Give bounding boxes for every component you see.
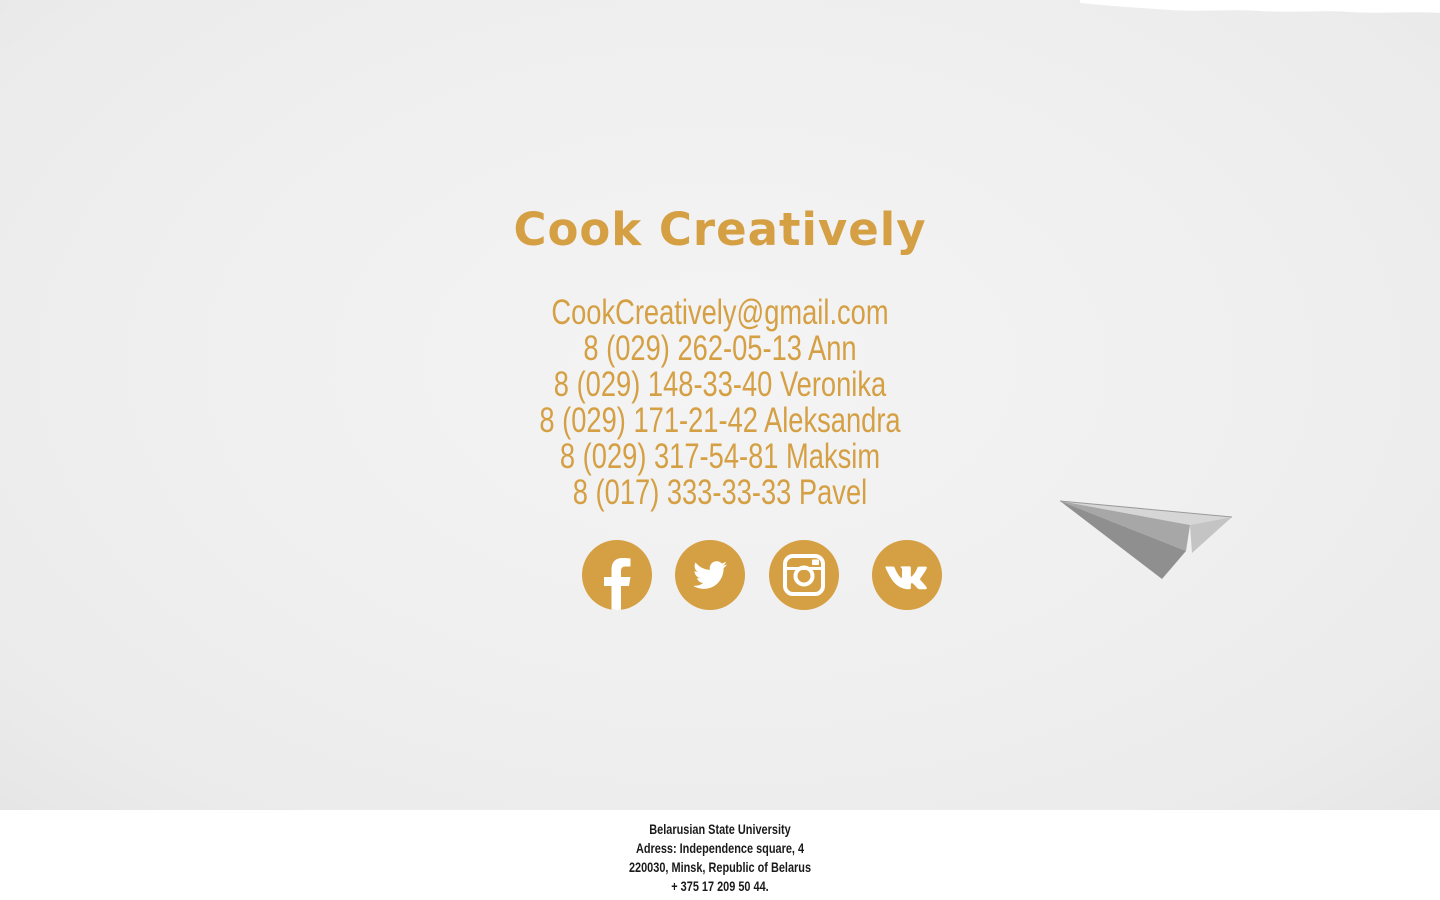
- instagram-icon: [783, 554, 825, 596]
- footer-address: Belarusian State University Adress: Inde…: [0, 820, 1440, 896]
- contact-section: Cook Creatively CookCreatively@gmail.com…: [0, 0, 1440, 810]
- footer-city: 220030, Minsk, Republic of Belarus: [628, 859, 812, 875]
- footer-university: Belarusian State University: [649, 821, 791, 837]
- twitter-button[interactable]: [675, 540, 745, 610]
- page-title: Cook Creatively: [513, 203, 927, 256]
- facebook-button[interactable]: [582, 540, 652, 610]
- footer: Belarusian State University Adress: Inde…: [0, 810, 1440, 900]
- facebook-icon: [604, 558, 631, 610]
- twitter-icon: [693, 561, 727, 589]
- phone-veronika: 8 (029) 148-33-40 Veronika: [553, 365, 887, 404]
- contact-list: CookCreatively@gmail.com 8 (029) 262-05-…: [0, 295, 1440, 511]
- paper-plane-icon: [1059, 500, 1233, 579]
- phone-aleksandra: 8 (029) 171-21-42 Aleksandra: [539, 401, 901, 440]
- footer-street: Adress: Independence square, 4: [635, 840, 805, 856]
- instagram-button[interactable]: [769, 540, 839, 610]
- phone-ann: 8 (029) 262-05-13 Ann: [583, 329, 857, 368]
- phone-maksim: 8 (029) 317-54-81 Maksim: [559, 437, 881, 476]
- vk-button[interactable]: [872, 540, 942, 610]
- torn-paper-edge: [1080, 0, 1440, 13]
- footer-phone: + 375 17 209 50 44.: [671, 878, 769, 894]
- vk-icon: [885, 566, 927, 590]
- email-link[interactable]: CookCreatively@gmail.com: [158, 295, 1281, 331]
